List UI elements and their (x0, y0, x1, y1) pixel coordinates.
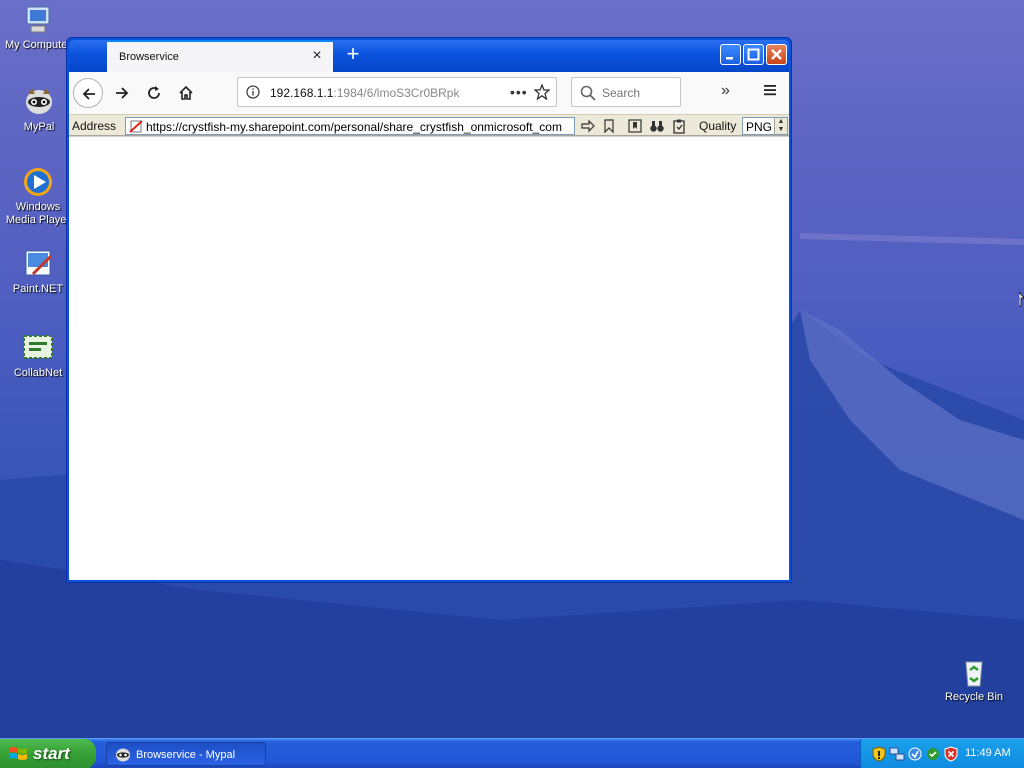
tab-close-icon[interactable]: × (309, 48, 325, 64)
reload-icon (148, 86, 160, 99)
clipboard-icon[interactable] (671, 118, 687, 134)
navigation-toolbar: 192.168.1.1:1984/6/lmoS3Cr0BRpk ••• Sear… (69, 72, 789, 114)
collabnet-icon (23, 335, 53, 359)
overflow-chevron-icon[interactable]: » (721, 82, 730, 100)
bookmark-icon[interactable] (601, 118, 617, 134)
desktop-icon-my-computer[interactable]: My Computer (0, 4, 76, 52)
desktop-icon-label: Paint.NET (12, 283, 64, 295)
browservice-toolbar: Address https://crystfish-my.sharepoint.… (69, 114, 789, 136)
url-host: 192.168.1.1 (270, 86, 334, 100)
close-icon (771, 49, 782, 60)
security-shield-icon[interactable] (871, 746, 887, 762)
quality-spinner-icon[interactable]: ▲ ▼ (774, 118, 787, 134)
bookmark-star-icon[interactable] (534, 84, 550, 100)
url-path: :1984/6/lmoS3Cr0BRpk (333, 86, 460, 100)
search-bar[interactable]: Search (571, 77, 681, 107)
desktop-icon-media-player[interactable]: Windows Media Player (0, 166, 76, 227)
find-binoculars-icon[interactable] (649, 118, 665, 134)
desktop-icon-collabnet[interactable]: CollabNet (0, 332, 76, 380)
desktop-icon-label: CollabNet (13, 367, 63, 379)
quality-selector[interactable]: PNG ▲ ▼ (742, 117, 788, 135)
minimize-button[interactable] (720, 44, 741, 65)
desktop-icon-label: Recycle Bin (944, 691, 1004, 703)
mouse-cursor-icon (1019, 292, 1024, 307)
start-label: start (33, 744, 70, 763)
address-label: Address (72, 119, 117, 133)
new-tab-button[interactable]: + (341, 43, 365, 67)
insecure-icon (129, 120, 143, 133)
search-icon (580, 85, 596, 101)
alert-shield-icon[interactable] (943, 746, 959, 762)
tab-browservice[interactable]: Browservice × (107, 40, 333, 72)
mypal-small-icon (116, 748, 130, 762)
antivirus-icon[interactable] (925, 746, 941, 762)
desktop-icon-label: My Computer (4, 39, 72, 51)
info-icon[interactable] (246, 85, 260, 99)
update-icon[interactable] (907, 746, 923, 762)
quality-value: PNG (746, 120, 773, 134)
address-field[interactable]: https://crystfish-my.sharepoint.com/pers… (125, 117, 575, 135)
quality-label: Quality (699, 119, 737, 133)
media-player-icon (24, 168, 52, 196)
taskbar-item-browservice[interactable]: Browservice - Mypal (106, 742, 266, 766)
taskbar: start Browservice - Mypal 11:49 AM (0, 738, 1024, 768)
address-url[interactable]: https://crystfish-my.sharepoint.com/pers… (146, 120, 574, 134)
tab-title: Browservice (119, 51, 179, 63)
url-text[interactable]: 192.168.1.1:1984/6/lmoS3Cr0BRpk (270, 86, 474, 100)
forward-arrow-icon (116, 87, 129, 99)
search-placeholder: Search (602, 86, 641, 100)
paint-net-icon (25, 250, 53, 276)
page-actions-icon[interactable]: ••• (510, 84, 528, 100)
desktop-icon-recycle-bin[interactable]: Recycle Bin (936, 656, 1012, 704)
back-arrow-icon (82, 88, 95, 100)
back-button[interactable] (73, 78, 103, 108)
go-arrow-icon[interactable] (580, 118, 596, 134)
maximize-button[interactable] (743, 44, 764, 65)
forward-button[interactable] (107, 78, 137, 108)
desktop-icon-paint-net[interactable]: Paint.NET (0, 248, 76, 296)
minimize-icon (726, 57, 733, 60)
my-computer-icon (26, 6, 50, 33)
start-button[interactable]: start (0, 739, 96, 768)
windows-flag-icon (9, 747, 27, 760)
bookmarks-list-icon[interactable] (627, 118, 643, 134)
mypal-icon (26, 88, 52, 114)
desktop-icon-label: Windows Media Player (5, 201, 71, 226)
maximize-icon (747, 48, 760, 61)
recycle-bin-icon (965, 661, 983, 687)
clock[interactable]: 11:49 AM (965, 747, 1011, 759)
network-icon[interactable] (889, 746, 905, 762)
tab-strip: Browservice × + (69, 40, 789, 72)
hamburger-menu-icon[interactable] (762, 82, 778, 98)
close-button[interactable] (766, 44, 787, 65)
system-tray: 11:49 AM (860, 739, 1024, 768)
url-bar[interactable]: 192.168.1.1:1984/6/lmoS3Cr0BRpk ••• (237, 77, 557, 107)
reload-button[interactable] (139, 78, 169, 108)
home-icon (179, 85, 193, 100)
browser-window[interactable]: Browservice × + 192.168.1.1:1984/6/lmoS3 (66, 37, 792, 583)
page-content-area[interactable] (69, 136, 789, 580)
home-button[interactable] (171, 78, 201, 108)
taskbar-item-label: Browservice - Mypal (136, 749, 236, 761)
